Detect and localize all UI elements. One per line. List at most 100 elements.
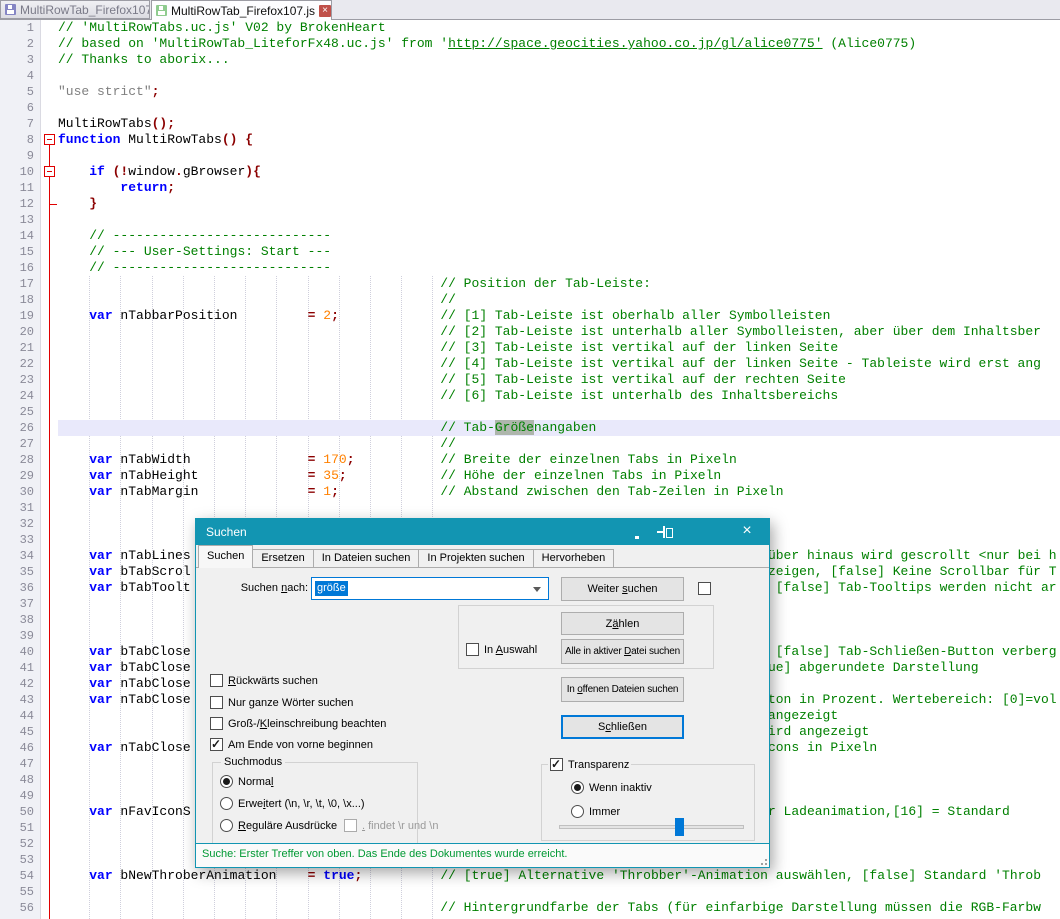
close-button[interactable]: Schließen: [561, 715, 684, 739]
code-token: var: [89, 452, 112, 467]
code-token: // [5] Tab-Leiste ist vertikal auf der r…: [440, 372, 846, 387]
resize-grip[interactable]: [757, 855, 767, 865]
transparency-slider[interactable]: [559, 825, 744, 829]
radio-when-inactive[interactable]: Wenn inaktiv: [571, 781, 652, 794]
code-line: "use strict";: [58, 84, 159, 100]
find-next-option-checkbox[interactable]: [698, 582, 711, 595]
dialog-title: Suchen: [206, 519, 247, 545]
in-selection-checkbox[interactable]: In Auswahl: [466, 643, 537, 656]
code-token: MultiRowTabs: [120, 132, 221, 147]
pin-icon[interactable]: [657, 525, 673, 539]
code-token: var: [89, 580, 112, 595]
tab-hervorheben[interactable]: Hervorheben: [533, 549, 615, 568]
file-tab-active[interactable]: MultiRowTab_Firefox107.js ×: [151, 0, 332, 20]
code-line: // Hintergrundfarbe der Tabs (für einfar…: [58, 900, 1041, 916]
code-token: var: [89, 740, 112, 755]
code-token: nTabClose: [113, 692, 191, 707]
code-token: nFavIconS: [113, 804, 191, 819]
checkbox-box: [210, 696, 223, 709]
code-token: // Höhe der einzelnen Tabs in Pixeln: [440, 468, 721, 483]
radio-normal[interactable]: Normal: [220, 775, 273, 788]
app-window: MultiRowTab_Firefox107.js × MultiRowTab_…: [0, 0, 1060, 919]
code-token: function: [58, 132, 120, 147]
match-case-checkbox[interactable]: Groß-/Kleinschreibung beachten: [210, 717, 386, 730]
code-token: var: [89, 692, 112, 707]
find-next-button[interactable]: Weiter suchen: [561, 577, 684, 601]
code-token: http://space.geocities.yahoo.co.jp/gl/al…: [448, 36, 822, 51]
search-mode-group-label: Suchmodus: [221, 756, 285, 768]
code-line: if (!window.gBrowser){: [58, 164, 261, 180]
code-line: // ----------------------------: [58, 228, 331, 244]
code-token: ;: [331, 484, 339, 499]
code-token: nTabClose: [113, 676, 191, 691]
close-tab-icon[interactable]: ×: [319, 5, 331, 17]
code-line: //: [58, 292, 456, 308]
code-token: r Ladeanimation,[16] = Standard: [768, 804, 1010, 819]
checkbox-label: In Auswahl: [484, 644, 537, 656]
code-token: nTabbarPosition: [113, 308, 238, 323]
code-token: var: [89, 468, 112, 483]
find-all-active-button[interactable]: Alle in aktiver Datei suchen: [561, 639, 684, 664]
checkbox-box: [344, 819, 357, 832]
transparency-checkbox[interactable]: Transparenz: [548, 758, 631, 771]
radio-extended[interactable]: Erweitert (\n, \r, \t, \0, \x...): [220, 797, 365, 810]
code-token: "use strict": [58, 84, 152, 99]
titlebar-dot-icon: [635, 536, 639, 539]
code-line: var nTabMargin = 1; // Abstand zwischen …: [58, 484, 784, 500]
radio-circle: [220, 797, 233, 810]
checkbox-box: [550, 758, 563, 771]
transparency-groupbox: [541, 764, 755, 841]
code-token: ton in Prozent. Wertebereich: [0]=vol: [768, 692, 1057, 707]
search-input[interactable]: größe: [311, 577, 549, 600]
count-button[interactable]: Zählen: [561, 612, 684, 635]
code-token: Größe: [495, 420, 534, 435]
checkbox-label: Rückwärts suchen: [228, 675, 318, 687]
code-line: // [2] Tab-Leiste ist unterhalb aller Sy…: [58, 324, 1041, 340]
code-token: // Abstand zwischen den Tab-Zeilen in Pi…: [440, 484, 783, 499]
code-token: // ----------------------------: [89, 228, 331, 243]
code-line: MultiRowTabs();: [58, 116, 175, 132]
backwards-checkbox[interactable]: Rückwärts suchen: [210, 674, 318, 687]
code-token: true: [323, 868, 354, 883]
code-token: bTabClose: [113, 644, 191, 659]
chevron-down-icon[interactable]: [533, 587, 541, 592]
code-line: // Position der Tab-Leiste:: [58, 276, 651, 292]
code-token: var: [89, 564, 112, 579]
code-token: return: [120, 180, 167, 195]
radio-always[interactable]: Immer: [571, 805, 620, 818]
radio-circle: [571, 805, 584, 818]
code-line: //: [58, 436, 456, 452]
radio-regex[interactable]: Reguläre Ausdrücke: [220, 819, 337, 832]
code-token: ird angezeigt: [768, 724, 869, 739]
find-all-open-button[interactable]: In offenen Dateien suchen: [561, 677, 684, 702]
transparency-slider-thumb[interactable]: [675, 818, 684, 836]
tab-in-projekten-suchen[interactable]: In Projekten suchen: [418, 549, 533, 568]
code-token: MultiRowTabs: [58, 116, 152, 131]
code-token: (!: [105, 164, 128, 179]
tab-ersetzen[interactable]: Ersetzen: [252, 549, 313, 568]
tab-in-dateien-suchen[interactable]: In Dateien suchen: [313, 549, 420, 568]
wrap-around-checkbox[interactable]: Am Ende von vorne beginnen: [210, 738, 373, 751]
code-token: ue] abgerundete Darstellung: [768, 660, 979, 675]
code-line: // [6] Tab-Leiste ist unterhalb des Inha…: [58, 388, 838, 404]
checkbox-box: [210, 717, 223, 730]
code-token: // Position der Tab-Leiste:: [440, 276, 651, 291]
close-icon[interactable]: ×: [737, 519, 757, 545]
code-token: // [2] Tab-Leiste ist unterhalb aller Sy…: [440, 324, 1041, 339]
code-token: // Hintergrundfarbe der Tabs (für einfar…: [440, 900, 1041, 915]
file-tab-label: MultiRowTab_Firefox107.js: [171, 4, 315, 18]
checkbox-box: [210, 738, 223, 751]
checkbox-label: Groß-/Kleinschreibung beachten: [228, 718, 386, 730]
code-token: // based on 'MultiRowTab_LiteforFx48.uc.…: [58, 36, 448, 51]
code-token: () {: [222, 132, 253, 147]
code-line: // [5] Tab-Leiste ist vertikal auf der r…: [58, 372, 846, 388]
file-tab-inactive[interactable]: MultiRowTab_Firefox107.js ×: [0, 0, 150, 19]
code-token: ;: [355, 868, 363, 883]
code-token: 170: [323, 452, 346, 467]
whole-word-checkbox[interactable]: Nur ganze Wörter suchen: [210, 696, 353, 709]
dialog-titlebar[interactable]: Suchen ×: [196, 519, 769, 545]
file-tab-label: MultiRowTab_Firefox107.js: [20, 3, 150, 17]
tab-suchen[interactable]: Suchen: [198, 545, 253, 568]
radio-circle: [220, 819, 233, 832]
code-token: var: [89, 804, 112, 819]
